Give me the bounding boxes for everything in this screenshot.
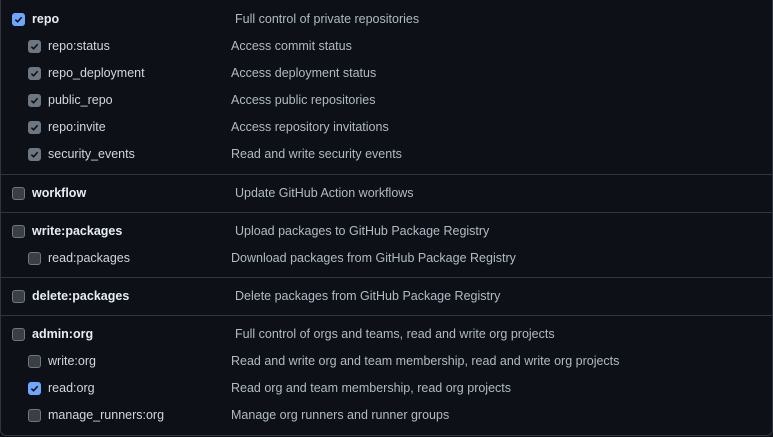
checkmark-icon (30, 97, 39, 104)
scope-name: repo_deployment (48, 66, 145, 80)
checkmark-icon (14, 16, 23, 23)
scope-name: delete:packages (32, 289, 130, 303)
checkmark-icon (30, 151, 39, 158)
scope-group-repo: repo Full control of private repositorie… (1, 0, 772, 175)
repo-status-checkbox[interactable] (28, 40, 41, 53)
delete-packages-checkbox[interactable] (12, 290, 25, 303)
scope-description: Full control of private repositories (235, 12, 420, 26)
scope-name: repo (32, 12, 60, 26)
scope-description: Read and write security events (231, 147, 402, 161)
scope-description: Upload packages to GitHub Package Regist… (235, 224, 490, 238)
scope-name: write:packages (32, 224, 123, 238)
scope-description: Access commit status (231, 39, 352, 53)
scope-name: write:org (48, 354, 96, 368)
scope-description: Full control of orgs and teams, read and… (235, 327, 555, 341)
scope-name: read:packages (48, 251, 131, 265)
scope-group-workflow: workflow Update GitHub Action workflows (1, 175, 772, 213)
scope-description: Access repository invitations (231, 120, 389, 134)
scope-name: manage_runners:org (48, 408, 165, 422)
scope-row-read-packages[interactable]: read:packages Download packages from Git… (1, 245, 772, 272)
scope-name: read:org (48, 381, 95, 395)
scope-name: repo:status (48, 39, 110, 53)
security-events-checkbox[interactable] (28, 148, 41, 161)
scope-description: Read org and team membership, read org p… (231, 381, 512, 395)
scope-row-repo-status[interactable]: repo:status Access commit status (1, 33, 772, 60)
scope-description: Delete packages from GitHub Package Regi… (235, 289, 501, 303)
scope-row-write-packages[interactable]: write:packages Upload packages to GitHub… (1, 218, 772, 245)
scope-row-read-org[interactable]: read:org Read org and team membership, r… (1, 375, 772, 402)
scope-description: Access public repositories (231, 93, 376, 107)
workflow-checkbox[interactable] (12, 187, 25, 200)
scope-name: admin:org (32, 327, 94, 341)
scope-row-workflow[interactable]: workflow Update GitHub Action workflows (1, 180, 772, 207)
scope-name: security_events (48, 147, 135, 161)
scope-row-admin-org[interactable]: admin:org Full control of orgs and teams… (1, 321, 772, 348)
scope-row-security-events[interactable]: security_events Read and write security … (1, 141, 772, 168)
checkmark-icon (30, 124, 39, 131)
scope-row-repo-deployment[interactable]: repo_deployment Access deployment status (1, 60, 772, 87)
repo-invite-checkbox[interactable] (28, 121, 41, 134)
repo-checkbox[interactable] (12, 13, 25, 26)
scope-description: Read and write org and team membership, … (231, 354, 620, 368)
write-packages-checkbox[interactable] (12, 225, 25, 238)
scope-description: Download packages from GitHub Package Re… (231, 251, 516, 265)
scope-group-write-packages: write:packages Upload packages to GitHub… (1, 213, 772, 278)
checkmark-icon (30, 70, 39, 77)
checkmark-icon (30, 43, 39, 50)
public-repo-checkbox[interactable] (28, 94, 41, 107)
scope-group-delete-packages: delete:packages Delete packages from Git… (1, 278, 772, 316)
scope-name: workflow (32, 186, 87, 200)
repo-deployment-checkbox[interactable] (28, 67, 41, 80)
scope-name: public_repo (48, 93, 113, 107)
manage-runners-org-checkbox[interactable] (28, 409, 41, 422)
scope-row-repo[interactable]: repo Full control of private repositorie… (1, 6, 772, 33)
checkmark-icon (30, 385, 39, 392)
read-packages-checkbox[interactable] (28, 252, 41, 265)
scope-name: repo:invite (48, 120, 106, 134)
scope-row-manage-runners-org[interactable]: manage_runners:org Manage org runners an… (1, 402, 772, 429)
scope-description: Manage org runners and runner groups (231, 408, 450, 422)
admin-org-checkbox[interactable] (12, 328, 25, 341)
scope-row-delete-packages[interactable]: delete:packages Delete packages from Git… (1, 283, 772, 310)
read-org-checkbox[interactable] (28, 382, 41, 395)
scope-row-repo-invite[interactable]: repo:invite Access repository invitation… (1, 114, 772, 141)
scope-group-admin-org: admin:org Full control of orgs and teams… (1, 316, 772, 435)
scope-description: Update GitHub Action workflows (235, 186, 414, 200)
scope-row-public-repo[interactable]: public_repo Access public repositories (1, 87, 772, 114)
write-org-checkbox[interactable] (28, 355, 41, 368)
scope-row-write-org[interactable]: write:org Read and write org and team me… (1, 348, 772, 375)
scope-description: Access deployment status (231, 66, 377, 80)
scopes-panel: repo Full control of private repositorie… (0, 0, 773, 436)
